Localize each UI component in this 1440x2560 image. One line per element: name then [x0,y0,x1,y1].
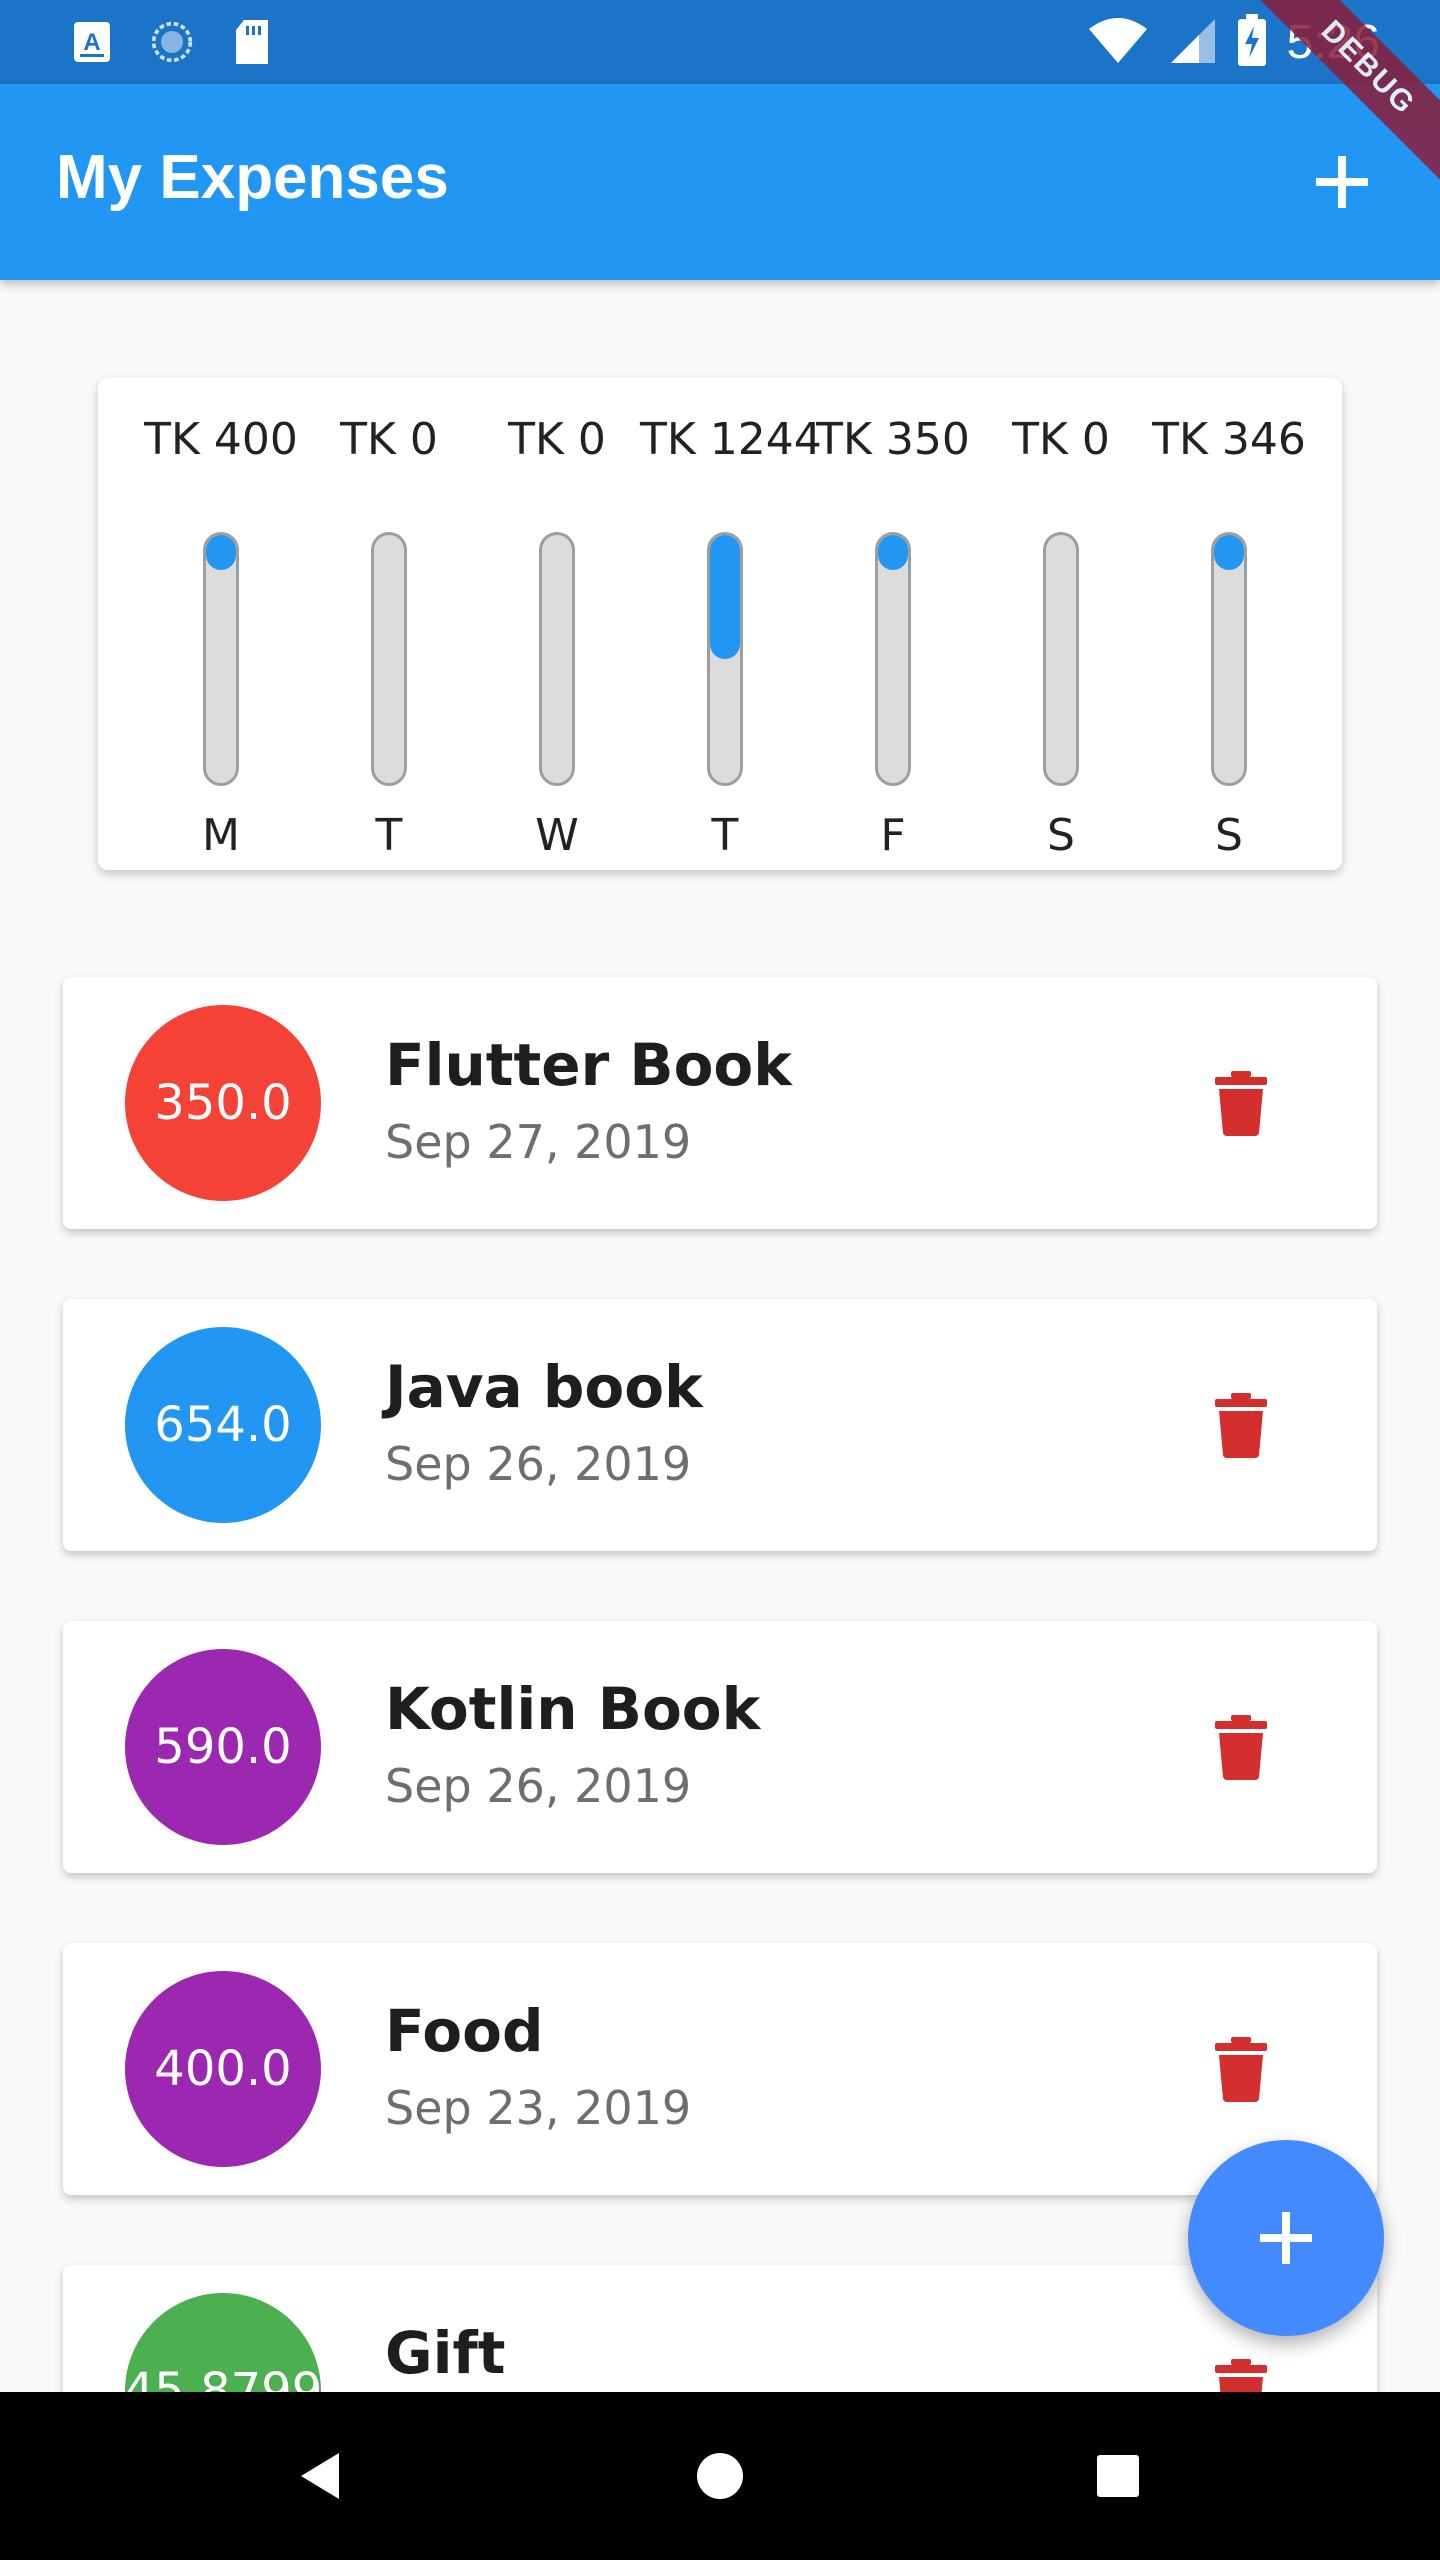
chart-bar-fill [1214,535,1244,570]
recents-square-icon [1097,2455,1139,2497]
transaction-card[interactable]: 350.0 Flutter Book Sep 27, 2019 [63,977,1377,1229]
chart-bar-amount: TK 1244 [640,414,822,465]
chart-bar-amount: TK 0 [1012,414,1110,465]
chart-bar-day: M [202,810,240,861]
chart-bar-column: TK 346 S [1144,414,1314,861]
transaction-title: Food [385,1997,544,2065]
chart-bar-day: S [1047,810,1075,861]
transaction-title: Gift [385,2319,506,2387]
transaction-card[interactable]: 590.0 Kotlin Book Sep 26, 2019 [63,1621,1377,1873]
signal-icon [1167,15,1217,69]
chart-bar-day: T [711,810,739,861]
back-triangle-icon [301,2453,339,2499]
sync-icon [150,18,194,66]
add-expense-fab[interactable] [1188,2140,1384,2336]
chart-bar-column: TK 0 S [976,414,1146,861]
wifi-icon [1087,15,1149,69]
nav-recents-button[interactable] [1078,2436,1158,2516]
chart-bar-fill [710,535,740,659]
delete-button[interactable] [1213,1069,1269,1137]
sd-card-icon [230,18,274,66]
chart-bar-column: TK 350 F [808,414,978,861]
chart-bar-track [539,532,575,786]
chart-bar-column: TK 1244 T [640,414,822,861]
amount-avatar: 350.0 [125,1005,321,1201]
amount-avatar: 400.0 [125,1971,321,2167]
amount-avatar: 654.0 [125,1327,321,1523]
trash-icon [1215,1715,1267,1780]
transaction-date: Sep 26, 2019 [385,1759,692,1813]
weekly-chart-card: TK 400 M TK 0 T TK 0 W TK 1244 T TK 350 F TK 0 S TK … [98,378,1342,870]
trash-icon [1215,1071,1267,1136]
transaction-title: Flutter Book [385,1031,792,1099]
app-title: My Expenses [56,143,449,212]
status-bar: A 5:26 [0,0,1440,84]
svg-text:A: A [83,29,100,56]
system-nav-bar [0,2392,1440,2560]
delete-button[interactable] [1213,1391,1269,1459]
transaction-date: Sep 27, 2019 [385,1115,692,1169]
chart-bar-day: W [535,810,579,861]
nav-back-button[interactable] [282,2436,362,2516]
amount-text: 350.0 [154,1075,292,1131]
amount-text: 654.0 [154,1397,292,1453]
chart-bar-column: TK 400 M [136,414,306,861]
chart-bar-fill [206,535,236,570]
transaction-card[interactable]: 654.0 Java book Sep 26, 2019 [63,1299,1377,1551]
chart-bar-day: S [1215,810,1243,861]
chart-bar-track [707,532,743,786]
trash-icon [1215,2037,1267,2102]
chart-bar-fill [878,535,908,570]
status-left-icons: A [70,18,274,66]
home-circle-icon [697,2453,743,2499]
transaction-date: Sep 23, 2019 [385,2081,692,2135]
delete-button[interactable] [1213,2035,1269,2103]
app-bar-add-button[interactable] [1304,144,1380,220]
chart-bar-track [875,532,911,786]
trash-icon [1215,1393,1267,1458]
transaction-title: Java book [385,1353,703,1421]
plus-icon [1316,156,1368,208]
amount-text: 590.0 [154,1719,292,1775]
nav-home-button[interactable] [680,2436,760,2516]
chart-bar-amount: TK 350 [816,414,970,465]
chart-bar-track [1043,532,1079,786]
chart-bar-amount: TK 0 [508,414,606,465]
chart-bar-column: TK 0 T [304,414,474,861]
chart-bar-amount: TK 346 [1152,414,1306,465]
chart-bar-column: TK 0 W [472,414,642,861]
amount-text: 400.0 [154,2041,292,2097]
chart-bar-day: T [375,810,403,861]
chart-bar-day: F [880,810,906,861]
battery-charging-icon [1235,12,1269,72]
transaction-card[interactable]: 400.0 Food Sep 23, 2019 [63,1943,1377,2195]
plus-icon [1260,2212,1312,2264]
a-notification-icon: A [70,18,114,66]
chart-bar-track [203,532,239,786]
chart-bar-track [1211,532,1247,786]
delete-button[interactable] [1213,1713,1269,1781]
transaction-title: Kotlin Book [385,1675,761,1743]
amount-avatar: 590.0 [125,1649,321,1845]
transaction-date: Sep 26, 2019 [385,1437,692,1491]
chart-bar-amount: TK 400 [144,414,298,465]
chart-bar-amount: TK 0 [340,414,438,465]
app-bar: My Expenses [0,84,1440,280]
chart-bar-track [371,532,407,786]
